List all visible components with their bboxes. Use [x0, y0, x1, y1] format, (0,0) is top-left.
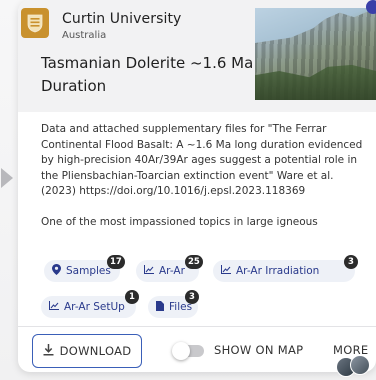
toggle-knob: [172, 342, 190, 360]
contributor-avatars[interactable]: [336, 355, 376, 380]
show-on-map-toggle[interactable]: [172, 342, 204, 360]
carousel-prev-arrow-icon[interactable]: [1, 168, 13, 188]
tag-label: Samples: [66, 265, 111, 277]
download-label: DOWNLOAD: [59, 344, 132, 358]
count-badge: 17: [107, 255, 125, 269]
chart-icon: [49, 301, 59, 313]
count-badge: 3: [185, 290, 199, 304]
description-viewport: Data and attached supplementary files fo…: [18, 0, 376, 248]
tag-label: Ar-Ar SetUp: [64, 301, 125, 313]
overflow-indicator-icon: [366, 0, 376, 14]
show-on-map-label[interactable]: SHOW ON MAP: [214, 343, 303, 357]
download-button[interactable]: DOWNLOAD: [32, 334, 142, 368]
chart-icon: [221, 265, 231, 277]
description-paragraph: One of the most impassioned topics in la…: [41, 215, 318, 228]
location-pin-icon: [52, 264, 61, 278]
tag-label: Ar-Ar Irradiation: [236, 265, 320, 277]
count-badge: 25: [185, 255, 203, 269]
dataset-card[interactable]: Curtin University Australia Tasmanian Do…: [18, 0, 376, 372]
file-icon: [156, 300, 164, 314]
count-badge: 3: [344, 255, 358, 269]
description-paragraph: Data and attached supplementary files fo…: [41, 123, 363, 197]
dataset-description: Data and attached supplementary files fo…: [41, 122, 371, 245]
tag-ar-ar-setup[interactable]: Ar-Ar SetUp: [41, 296, 136, 318]
tag-label: Ar-Ar: [159, 265, 185, 277]
footer-divider: [18, 326, 376, 327]
avatar[interactable]: [350, 355, 370, 375]
tag-ar-ar-irradiation[interactable]: Ar-Ar Irradiation: [213, 260, 355, 282]
count-badge: 1: [125, 290, 139, 304]
download-icon: [43, 343, 54, 359]
chart-icon: [144, 265, 154, 277]
